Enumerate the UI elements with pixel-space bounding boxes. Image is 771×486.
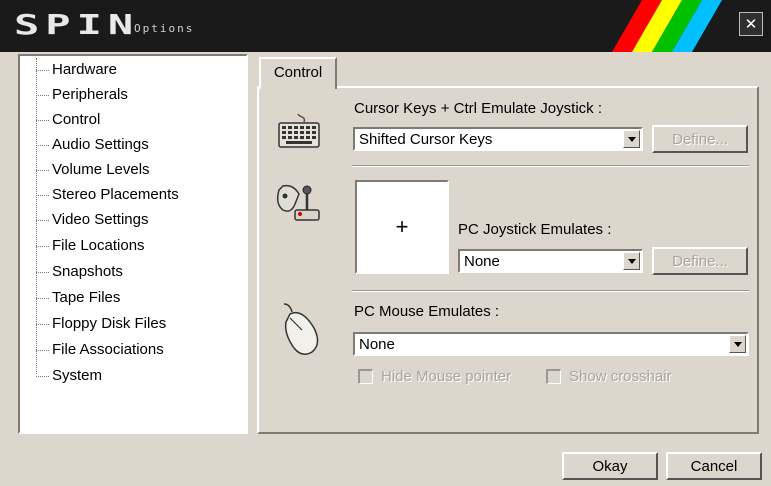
- pc-joystick-value: None: [464, 253, 500, 270]
- divider: [352, 165, 749, 167]
- pc-joystick-select[interactable]: None: [458, 249, 643, 273]
- tab-control[interactable]: Control: [259, 57, 337, 89]
- tree-item-file-locations[interactable]: File Locations: [36, 235, 145, 257]
- tree-item-floppy-disk-files[interactable]: Floppy Disk Files: [36, 313, 166, 335]
- tree-item-volume-levels[interactable]: Volume Levels: [36, 159, 150, 181]
- pc-mouse-label: PC Mouse Emulates :: [354, 303, 500, 320]
- cursor-keys-value: Shifted Cursor Keys: [359, 131, 493, 148]
- close-button[interactable]: ✕: [739, 12, 763, 36]
- checkbox-box[interactable]: [358, 369, 373, 384]
- tree-item-audio-settings[interactable]: Audio Settings: [36, 134, 149, 156]
- joystick-position-preview: +: [355, 180, 449, 274]
- pc-mouse-value: None: [359, 336, 395, 353]
- cancel-button[interactable]: Cancel: [666, 452, 762, 480]
- hide-mouse-pointer-label: Hide Mouse pointer: [381, 368, 512, 385]
- joystick-icon: [276, 184, 320, 221]
- window-title: Options: [134, 22, 195, 35]
- pc-mouse-select[interactable]: None: [353, 332, 749, 356]
- pc-joystick-define-button[interactable]: Define...: [652, 247, 748, 275]
- divider: [352, 290, 749, 292]
- chevron-down-icon[interactable]: [623, 252, 640, 270]
- chevron-down-icon[interactable]: [623, 130, 640, 148]
- okay-button[interactable]: Okay: [562, 452, 658, 480]
- checkbox-box[interactable]: [546, 369, 561, 384]
- keyboard-icon: [278, 113, 320, 148]
- tree-item-stereo-placements[interactable]: Stereo Placements: [36, 184, 179, 206]
- tree-item-video-settings[interactable]: Video Settings: [36, 209, 148, 231]
- tree-item-hardware[interactable]: Hardware: [36, 59, 117, 81]
- tree-item-tape-files[interactable]: Tape Files: [36, 287, 120, 309]
- app-logo: SPIN: [14, 8, 140, 41]
- tree-item-control[interactable]: Control: [36, 109, 100, 131]
- hide-mouse-pointer-checkbox[interactable]: Hide Mouse pointer: [358, 368, 511, 385]
- pc-joystick-label: PC Joystick Emulates :: [458, 221, 612, 238]
- tree-item-snapshots[interactable]: Snapshots: [36, 261, 123, 283]
- cursor-keys-label: Cursor Keys + Ctrl Emulate Joystick :: [354, 100, 602, 117]
- cursor-keys-define-button[interactable]: Define...: [652, 125, 748, 153]
- title-bar: SPIN Options ✕: [0, 0, 771, 52]
- tree-item-peripherals[interactable]: Peripherals: [36, 84, 128, 106]
- options-tree: Hardware Peripherals Control Audio Setti…: [18, 54, 248, 434]
- spectrum-stripes-logo: [612, 0, 722, 52]
- show-crosshair-label: Show crosshair: [569, 368, 672, 385]
- show-crosshair-checkbox[interactable]: Show crosshair: [546, 368, 672, 385]
- tree-item-system[interactable]: System: [36, 365, 102, 387]
- cursor-keys-select[interactable]: Shifted Cursor Keys: [353, 127, 643, 151]
- tree-item-file-associations[interactable]: File Associations: [36, 339, 164, 361]
- chevron-down-icon[interactable]: [729, 335, 746, 353]
- mouse-icon: [283, 303, 319, 355]
